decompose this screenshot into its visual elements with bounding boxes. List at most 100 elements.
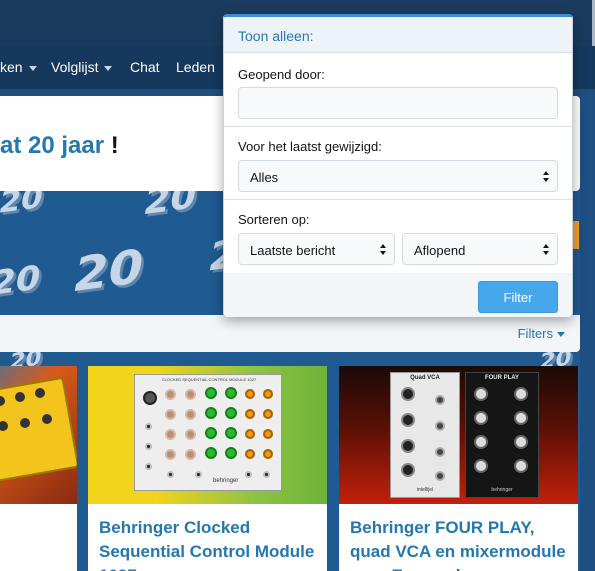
knob xyxy=(435,447,445,457)
knob xyxy=(20,418,30,428)
jack xyxy=(245,471,252,478)
filters-label: Filters xyxy=(517,326,553,341)
sort-direction-select[interactable]: Aflopend xyxy=(402,233,558,265)
filter-popup: Toon alleen: Geopend door: Voor het laat… xyxy=(223,14,573,317)
select-arrows-icon xyxy=(380,244,386,256)
knob xyxy=(474,459,488,473)
nav-item-watchlist[interactable]: Volglijst xyxy=(51,59,113,75)
nav-item-label: Volglijst xyxy=(51,59,99,75)
popup-header: Toon alleen: xyxy=(224,17,572,53)
article-card[interactable]: Quad VCA intellijel FOUR PLAY behringer … xyxy=(339,366,578,571)
knob xyxy=(263,429,273,439)
started-by-input[interactable] xyxy=(238,87,558,119)
knob xyxy=(401,387,415,401)
knob xyxy=(514,435,528,449)
article-title[interactable]: Behringer FOUR PLAY, quad VCA en mixermo… xyxy=(350,516,575,571)
knob xyxy=(185,429,196,440)
article-thumbnail[interactable] xyxy=(0,366,77,504)
nav-item-label: Chat xyxy=(130,59,160,75)
knob xyxy=(205,387,217,399)
page-title-text: at 20 jaar xyxy=(0,132,105,159)
last-updated-select[interactable]: Alles xyxy=(238,160,558,192)
knob xyxy=(401,463,415,477)
sort-section: Sorteren op: Laatste bericht Aflopend xyxy=(224,200,572,273)
knob xyxy=(435,471,445,481)
knob xyxy=(474,411,488,425)
knob xyxy=(42,414,52,424)
knob xyxy=(474,435,488,449)
article-thumbnail[interactable]: Quad VCA intellijel FOUR PLAY behringer xyxy=(339,366,578,504)
knob xyxy=(435,421,445,431)
popup-footer: Filter xyxy=(224,273,572,317)
knob xyxy=(401,413,415,427)
article-thumbnail[interactable]: CLOCKED SEQUENTIAL CONTROL MODULE 1027 b… xyxy=(88,366,327,504)
knob xyxy=(205,447,217,459)
sort-field-select[interactable]: Laatste bericht xyxy=(238,233,395,265)
knob xyxy=(514,459,528,473)
chevron-down-icon[interactable] xyxy=(104,65,113,71)
brand-logo: behringer xyxy=(491,487,513,493)
knob xyxy=(185,409,196,420)
last-updated-section: Voor het laatst gewijzigd: Alles xyxy=(224,127,572,200)
module-label: Quad VCA xyxy=(410,375,440,381)
page-title-suffix: ! xyxy=(110,132,119,159)
knob xyxy=(225,387,237,399)
last-updated-label: Voor het laatst gewijzigd: xyxy=(238,139,382,154)
knob xyxy=(15,392,25,402)
knob xyxy=(245,449,255,459)
nav-item-forums[interactable]: ken xyxy=(0,59,37,75)
jack xyxy=(145,423,152,430)
article-card[interactable]: CLOCKED SEQUENTIAL CONTROL MODULE 1027 b… xyxy=(88,366,327,571)
chevron-down-icon xyxy=(557,332,565,338)
jack xyxy=(145,463,152,470)
knob xyxy=(143,391,157,405)
page-title: at 20 jaar ! xyxy=(0,132,119,160)
knob xyxy=(245,409,255,419)
module-label: FOUR PLAY xyxy=(484,375,520,381)
nav-item-label: ken xyxy=(0,59,23,75)
knob xyxy=(263,409,273,419)
brand-logo: intellijel xyxy=(416,487,434,493)
knob xyxy=(185,389,196,400)
jack xyxy=(263,471,270,478)
knob xyxy=(205,407,217,419)
article-title[interactable]: Behringer Clocked Sequential Control Mod… xyxy=(99,516,324,571)
popup-title: Toon alleen: xyxy=(238,28,314,44)
knob xyxy=(401,439,415,453)
filters-toggle[interactable]: Filters xyxy=(518,326,565,341)
chevron-down-icon[interactable] xyxy=(28,65,37,71)
jack xyxy=(167,471,174,478)
product-image: FOUR PLAY behringer xyxy=(465,372,539,498)
sort-field-value: Laatste bericht xyxy=(250,243,336,258)
product-image: Quad VCA intellijel xyxy=(390,372,460,498)
knob xyxy=(185,449,196,460)
nav-item-chat[interactable]: Chat xyxy=(130,59,160,75)
banner-decoration: 20 xyxy=(140,191,200,224)
article-card[interactable] xyxy=(0,366,77,571)
last-updated-value: Alles xyxy=(250,170,279,185)
knob xyxy=(165,449,176,460)
filter-button[interactable]: Filter xyxy=(478,281,558,313)
article-grid: 20 20 CLOCKED SEQUENTIAL CONTROL MODULE … xyxy=(0,352,580,571)
knob xyxy=(263,389,273,399)
knob xyxy=(205,427,217,439)
knob xyxy=(514,387,528,401)
sort-label: Sorteren op: xyxy=(238,212,310,227)
knob xyxy=(514,411,528,425)
knob xyxy=(165,389,176,400)
nav-item-members[interactable]: Leden xyxy=(176,59,215,75)
knob xyxy=(245,389,255,399)
banner-decoration: 20 xyxy=(68,238,149,304)
knob xyxy=(263,449,273,459)
knob xyxy=(474,387,488,401)
knob xyxy=(435,395,445,405)
select-arrows-icon xyxy=(543,171,549,183)
module-label: CLOCKED SEQUENTIAL CONTROL MODULE 1027 xyxy=(161,377,257,382)
knob xyxy=(225,407,237,419)
product-image: CLOCKED SEQUENTIAL CONTROL MODULE 1027 b… xyxy=(134,374,282,491)
select-arrows-icon xyxy=(543,244,549,256)
started-by-label: Geopend door: xyxy=(238,67,325,82)
brand-logo: behringer xyxy=(213,478,239,484)
started-by-section: Geopend door: xyxy=(224,54,572,127)
sort-direction-value: Aflopend xyxy=(414,243,466,258)
